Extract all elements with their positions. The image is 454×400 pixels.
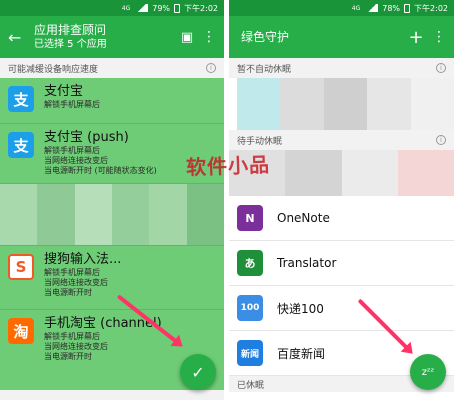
right-phone-screen: 4G 78% 下午2:02 绿色守护 + ⋮ 暂不自动休眠 i 待手动休眠 i — [229, 0, 454, 400]
battery-icon — [404, 3, 411, 13]
app-bar: ← 应用排查顾问 已选择 5 个应用 ▣ ⋮ — [0, 16, 224, 58]
app-name: Translator — [277, 256, 337, 270]
page-title: 绿色守护 — [241, 29, 290, 44]
signal-icon — [366, 4, 379, 12]
app-name: 快递100 — [277, 301, 324, 316]
kuaidi100-icon: 100 — [237, 295, 263, 321]
section-header: 可能减缓设备响应速度 i — [0, 58, 224, 78]
network-type: 4G — [351, 4, 361, 12]
info-icon[interactable]: i — [436, 135, 446, 145]
battery-level: 78% — [382, 3, 401, 13]
clock: 下午2:02 — [184, 3, 218, 13]
alipay-icon: 支 — [8, 86, 34, 112]
watermark: 软件小品 — [185, 152, 271, 180]
blurred-app-row — [0, 184, 224, 246]
list-item[interactable]: あ Translator — [229, 241, 454, 286]
section-label: 待手动休眠 — [237, 136, 283, 147]
battery-level: 79% — [152, 3, 171, 13]
battery-icon — [174, 3, 181, 13]
left-phone-screen: 4G 79% 下午2:02 ← 应用排查顾问 已选择 5 个应用 ▣ ⋮ 可能减… — [0, 0, 224, 400]
app-trigger: 当电源断开时 — [44, 352, 92, 361]
status-bar: 4G 78% 下午2:02 — [229, 0, 454, 16]
app-list: 支 支付宝 解锁手机屏幕后 支 支付宝 (push) 解锁手机屏幕后 当网络连接… — [0, 78, 224, 390]
arrow-left-icon[interactable]: ← — [8, 28, 28, 47]
check-icon: ✓ — [191, 362, 205, 382]
section-label: 可能减缓设备响应速度 — [8, 64, 99, 75]
selection-count: 已选择 5 个应用 — [34, 38, 107, 50]
section-label: 已休眠 — [237, 380, 265, 391]
onenote-icon: N — [237, 205, 263, 231]
baidu-news-icon: 新闻 — [237, 340, 263, 366]
taobao-icon: 淘 — [8, 318, 34, 344]
alipay-icon: 支 — [8, 132, 34, 158]
app-trigger: 解锁手机屏幕后 — [44, 146, 100, 155]
page-title: 应用排查顾问 — [34, 22, 107, 37]
app-name: OneNote — [277, 211, 330, 225]
app-trigger: 当电源断开时 — [44, 288, 92, 297]
list-item[interactable]: 支 支付宝 解锁手机屏幕后 — [0, 78, 224, 124]
signal-icon — [136, 4, 149, 12]
hibernate-fab[interactable]: zᶻᶻ — [410, 354, 446, 390]
app-name: 支付宝 (push) — [44, 130, 129, 145]
plus-icon[interactable]: + — [406, 27, 426, 48]
app-bar: 绿色守护 + ⋮ — [229, 16, 454, 58]
screenshot-composite: 4G 79% 下午2:02 ← 应用排查顾问 已选择 5 个应用 ▣ ⋮ 可能减… — [0, 0, 454, 400]
more-vert-icon[interactable]: ⋮ — [202, 29, 216, 45]
section-header: 暂不自动休眠 i — [229, 58, 454, 78]
app-trigger: 当网络连接改变后 — [44, 156, 108, 165]
list-item[interactable]: 100 快递100 — [229, 286, 454, 331]
sogou-icon: S — [8, 254, 34, 280]
confirm-fab[interactable]: ✓ — [180, 354, 216, 390]
more-vert-icon[interactable]: ⋮ — [432, 29, 446, 45]
network-type: 4G — [121, 4, 131, 12]
status-bar: 4G 79% 下午2:02 — [0, 0, 224, 16]
app-trigger: 当网络连接改变后 — [44, 342, 108, 351]
app-name: 搜狗输入法... — [44, 252, 122, 267]
section-header: 待手动休眠 i — [229, 130, 454, 150]
app-trigger: 当网络连接改变后 — [44, 278, 108, 287]
list-item[interactable]: N OneNote — [229, 196, 454, 241]
list-item[interactable]: S 搜狗输入法... 解锁手机屏幕后 当网络连接改变后 当电源断开时 — [0, 246, 224, 310]
app-trigger: 解锁手机屏幕后 — [44, 332, 100, 341]
blurred-app-row — [237, 78, 454, 130]
info-icon[interactable]: i — [206, 63, 216, 73]
section-label: 暂不自动休眠 — [237, 64, 292, 75]
app-name: 百度新闻 — [277, 346, 326, 361]
hibernate-icon[interactable]: ▣ — [178, 30, 196, 45]
zzz-icon: zᶻᶻ — [421, 366, 435, 378]
app-trigger: 当电源断开时 (可能随状态变化) — [44, 166, 157, 175]
app-trigger: 解锁手机屏幕后 — [44, 268, 100, 277]
info-icon[interactable]: i — [436, 63, 446, 73]
translator-icon: あ — [237, 250, 263, 276]
app-trigger: 解锁手机屏幕后 — [44, 100, 100, 109]
clock: 下午2:02 — [414, 3, 448, 13]
app-name: 支付宝 — [44, 84, 84, 99]
